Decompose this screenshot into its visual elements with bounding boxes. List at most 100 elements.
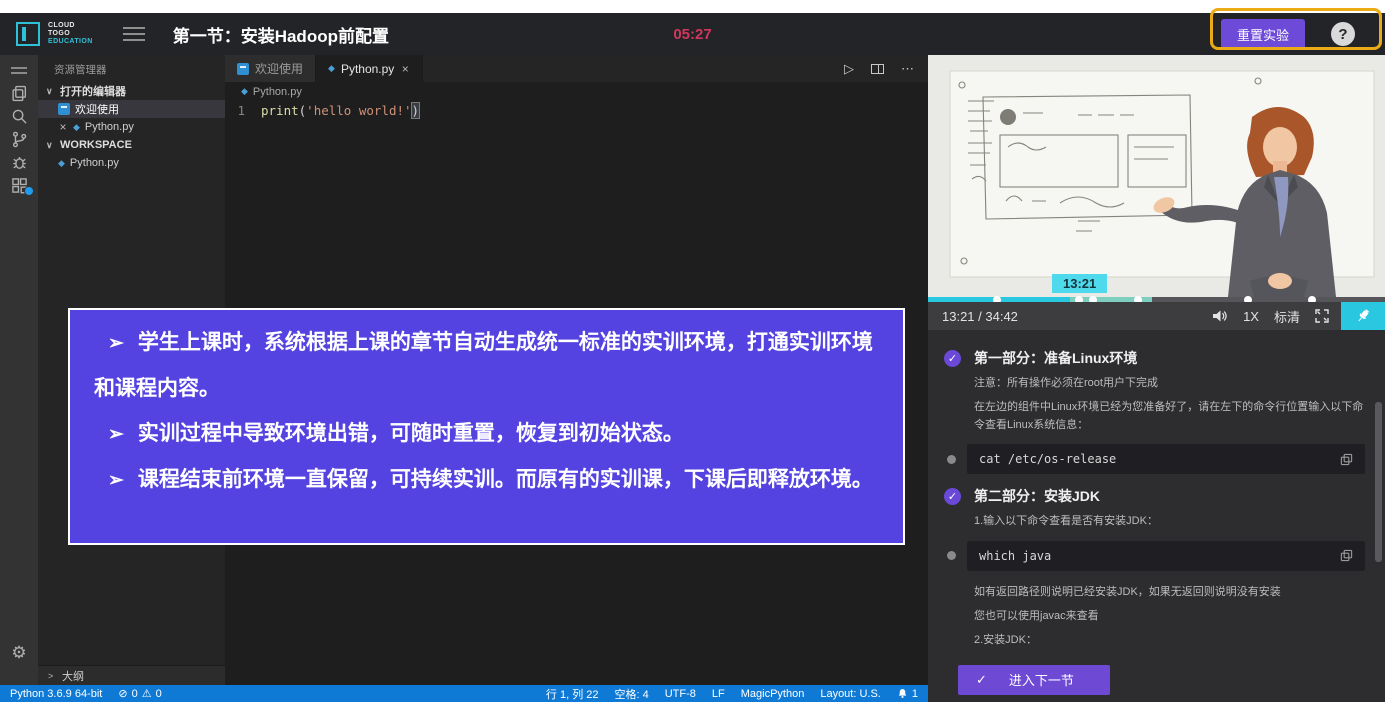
status-notifications[interactable]: 1 [897,688,918,700]
section-2-step2: 2.安装JDK： [974,631,1365,649]
status-keyboard-layout[interactable]: Layout: U.S. [820,688,881,700]
copy-icon[interactable] [1340,453,1353,466]
debug-icon[interactable] [0,151,38,174]
sidebar-menu-icon[interactable] [0,59,38,82]
chevron-down-icon: ∨ [46,86,55,97]
python-file-icon: ◆ [73,122,80,133]
quality-selector[interactable]: 标清 [1274,307,1300,326]
status-indentation[interactable]: 空格: 4 [614,686,648,702]
close-icon[interactable]: × [58,120,68,134]
lesson-content: ✓ 第一部分：准备Linux环境 注意：所有操作必须在root用户下完成 在左边… [928,330,1385,702]
welcome-file-icon [237,63,249,75]
seek-time-tooltip: 13:21 [1052,274,1107,293]
arrow-bullet-icon: ➢ [108,424,124,445]
video-controls: 13:21 / 34:42 1X 标清 [928,302,1385,330]
status-bar: Python 3.6.9 64-bit ⊘ 0 ⚠ 0 行 1, 列 22 空格… [0,685,928,702]
annotation-bullet-1: ➢学生上课时，系统根据上课的章节自动生成统一标准的实训环境，打通实训环境和课程内… [94,320,875,411]
status-eol[interactable]: LF [712,688,725,700]
status-cursor-position[interactable]: 行 1, 列 22 [546,686,599,702]
fullscreen-icon[interactable] [1315,309,1329,323]
step-dot-icon [947,455,956,464]
bell-icon [897,688,908,699]
section-2-step1: 1.输入以下命令查看是否有安装JDK： [974,512,1365,530]
tab-python[interactable]: ◆ Python.py × [316,55,423,82]
cloudtogo-logo-icon [16,22,40,46]
search-icon[interactable] [0,105,38,128]
video-player[interactable]: 13:21 [928,55,1385,297]
warning-icon: ⚠ [142,687,152,700]
workspace-section[interactable]: ∨ WORKSPACE [38,136,225,154]
command-box: which java [967,541,1365,571]
command-box: cat /etc/os-release [967,444,1365,474]
section-1-title: ✓ 第一部分：准备Linux环境 [944,348,1365,368]
source-control-icon[interactable] [0,128,38,151]
copy-icon[interactable] [1340,549,1353,562]
explorer-header: 资源管理器 [38,55,225,82]
open-editor-python[interactable]: × ◆ Python.py [38,118,225,136]
top-bar: CLOUD TOGO EDUCATION 第一节：安装Hadoop前配置 05:… [0,13,1385,55]
lesson-panel: 13:21 13:21 / 34:42 1X [928,55,1385,702]
workspace-file-python[interactable]: ◆ Python.py [38,154,225,172]
editor-tab-bar: 欢迎使用 ◆ Python.py × ▷ ⋯ [225,55,928,82]
help-icon[interactable]: ? [1331,22,1355,46]
menu-icon[interactable] [123,27,145,41]
volume-icon[interactable] [1212,309,1228,323]
python-file-icon: ◆ [58,158,65,169]
reset-experiment-button[interactable]: 重置实验 [1221,19,1305,50]
scrollbar-thumb[interactable] [1375,402,1382,562]
activity-bar: ⚙ [0,55,38,685]
run-icon[interactable]: ▷ [844,61,854,77]
outline-section[interactable]: > 大纲 [38,665,225,685]
next-section-button[interactable]: ✓ 进入下一节 [958,665,1110,695]
welcome-file-icon [58,103,70,115]
annotation-bullet-3: ➢课程结束前环境一直保留，可持续实训。而原有的实训课，下课后即释放环境。 [94,457,875,503]
section-2-desc2: 您也可以使用javac来查看 [974,607,1365,625]
playback-speed[interactable]: 1X [1243,309,1259,324]
cloudtogo-logo-text: CLOUD TOGO EDUCATION [48,22,93,46]
extensions-icon[interactable] [0,174,38,197]
section-2-title: ✓ 第二部分：安装JDK [944,486,1365,506]
open-editors-section[interactable]: ∨ 打开的编辑器 [38,82,225,100]
chevron-right-icon: > [48,671,57,681]
status-python-version[interactable]: Python 3.6.9 64-bit [10,688,102,700]
section-1-desc: 在左边的组件中Linux环境已经为您准备好了，请在左下的命令行位置输入以下命令查… [974,398,1365,434]
check-circle-icon: ✓ [944,488,961,505]
command-row-which-java: which java [944,541,1365,571]
extensions-badge [24,186,34,196]
countdown-timer: 05:27 [673,26,711,43]
status-encoding[interactable]: UTF-8 [665,688,696,700]
time-display: 13:21 / 34:42 [942,309,1018,324]
topbar-actions: 重置实验 ? [1221,19,1369,50]
python-file-icon: ◆ [328,63,335,74]
chapter-title: 第一节：安装Hadoop前配置 [173,22,389,47]
settings-gear-icon[interactable]: ⚙ [11,643,26,663]
annotation-bullet-2: ➢实训过程中导致环境出错，可随时重置，恢复到初始状态。 [94,411,875,457]
app-window: CLOUD TOGO EDUCATION 第一节：安装Hadoop前配置 05:… [0,13,1385,702]
python-file-icon: ◆ [241,86,248,97]
error-icon: ⊘ [118,687,127,700]
open-editor-welcome[interactable]: 欢迎使用 [38,100,225,118]
tab-welcome[interactable]: 欢迎使用 [225,55,316,82]
video-frame-presenter [928,55,1385,297]
command-row-os-release: cat /etc/os-release [944,444,1365,474]
close-icon[interactable]: × [400,62,410,76]
split-editor-icon[interactable] [871,64,884,74]
pin-video-button[interactable] [1341,302,1385,330]
section-2-desc1: 如有返回路径则说明已经安装JDK，如果无返回则说明没有安装 [974,583,1365,601]
check-icon: ✓ [976,672,987,688]
line-number: 1 [225,102,261,120]
section-1-note: 注意：所有操作必须在root用户下完成 [974,374,1365,392]
logo-line1: CLOUD [48,22,93,30]
annotation-overlay: ➢学生上课时，系统根据上课的章节自动生成统一标准的实训环境，打通实训环境和课程内… [68,308,905,545]
chevron-down-icon: ∨ [46,140,55,151]
status-problems[interactable]: ⊘ 0 ⚠ 0 [118,687,161,700]
logo-line2: TOGO [48,30,93,38]
status-language-mode[interactable]: MagicPython [741,688,805,700]
more-actions-icon[interactable]: ⋯ [901,61,914,77]
code-line-1: 1 print('hello world!') [225,102,928,120]
logo-line3: EDUCATION [48,38,93,46]
breadcrumb[interactable]: ◆ Python.py [225,82,928,101]
arrow-bullet-icon: ➢ [108,470,124,491]
editor-actions: ▷ ⋯ [844,55,928,82]
explorer-icon[interactable] [0,82,38,105]
